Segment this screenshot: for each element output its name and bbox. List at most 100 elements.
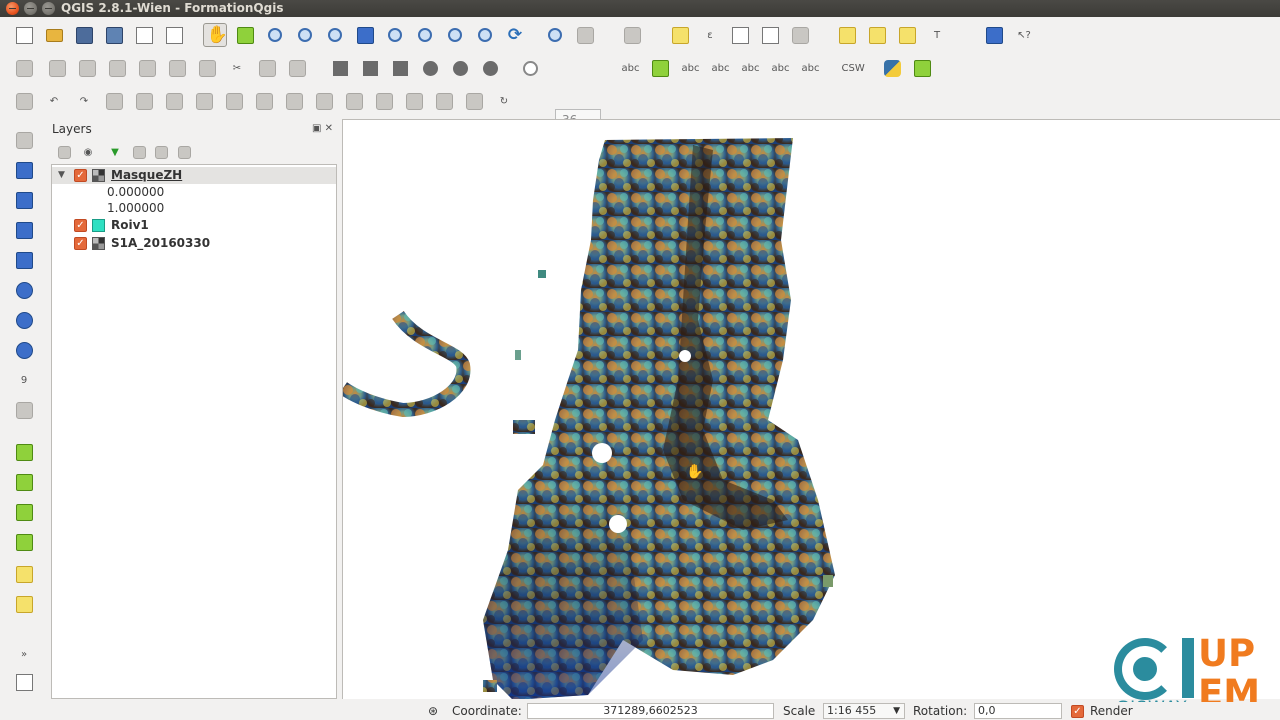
paste-features-button[interactable]: [285, 56, 309, 80]
histogram-button-3[interactable]: [12, 500, 36, 524]
plugin-button[interactable]: [910, 56, 934, 80]
cut-features-button[interactable]: ✂: [225, 56, 249, 80]
change-label-button[interactable]: abc: [798, 56, 822, 80]
merge-attributes-button[interactable]: [432, 89, 456, 113]
ellipse-tool-button[interactable]: [448, 56, 472, 80]
layer-item-roiv1[interactable]: ✓ Roiv1: [52, 217, 336, 234]
map-canvas[interactable]: ✋: [342, 119, 1280, 699]
zoom-native-button[interactable]: [323, 23, 347, 47]
filter-legend-button[interactable]: ▼: [103, 140, 127, 164]
whats-this-button[interactable]: ↖?: [1012, 23, 1036, 47]
save-project-button[interactable]: [72, 23, 96, 47]
split-features-button[interactable]: [342, 89, 366, 113]
rectangle-tool-button[interactable]: [328, 56, 352, 80]
zoom-out-button[interactable]: [293, 23, 317, 47]
histogram-button-2[interactable]: [12, 470, 36, 494]
add-wfs-layer-button[interactable]: [12, 338, 36, 362]
merge-features-button[interactable]: [402, 89, 426, 113]
text-annotation-button[interactable]: T: [925, 23, 949, 47]
window-minimize-button[interactable]: [24, 2, 37, 15]
layer-visibility-checkbox[interactable]: ✓: [74, 169, 87, 182]
add-mssql-layer-button[interactable]: [12, 248, 36, 272]
render-checkbox[interactable]: ✓: [1071, 705, 1084, 718]
reshape-button[interactable]: [282, 89, 306, 113]
layer-item-masquezh[interactable]: ▼ ✓ MasqueZH: [52, 167, 336, 184]
current-edits-button[interactable]: [45, 56, 69, 80]
show-hide-labels-button[interactable]: abc: [708, 56, 732, 80]
statistics-button[interactable]: [758, 23, 782, 47]
remove-layer-button[interactable]: [172, 140, 196, 164]
circle-center-button[interactable]: [418, 56, 442, 80]
add-postgis-layer-button[interactable]: [12, 188, 36, 212]
collapse-all-button[interactable]: [149, 140, 173, 164]
label-tool-button[interactable]: abc: [618, 56, 642, 80]
action-button[interactable]: [573, 23, 597, 47]
attribute-table-button[interactable]: [728, 23, 752, 47]
map-tips-button[interactable]: [835, 23, 859, 47]
scale-combobox[interactable]: 1:16 455 ▼: [823, 703, 905, 719]
increase-brightness-button[interactable]: [12, 562, 36, 586]
zoom-to-selection-button[interactable]: [383, 23, 407, 47]
panel-float-close-icons[interactable]: ▣ ✕: [312, 123, 333, 134]
show-bookmarks-button[interactable]: [895, 23, 919, 47]
redo-button[interactable]: ↷: [72, 89, 96, 113]
circle-tool-button[interactable]: [478, 56, 502, 80]
add-raster-layer-button[interactable]: [12, 158, 36, 182]
zoom-last-button[interactable]: [443, 23, 467, 47]
offset-curve-button[interactable]: [312, 89, 336, 113]
expand-all-button[interactable]: [127, 140, 151, 164]
toolbar-expand-button[interactable]: »: [12, 642, 36, 666]
rotation-spinbox[interactable]: 0,0: [974, 703, 1062, 719]
pin-labels-button[interactable]: abc: [678, 56, 702, 80]
layer-visibility-checkbox[interactable]: ✓: [74, 237, 87, 250]
new-project-button[interactable]: [12, 23, 36, 47]
deselect-button[interactable]: [668, 23, 692, 47]
node-tool-button[interactable]: [165, 56, 189, 80]
layer-visibility-checkbox[interactable]: ✓: [74, 219, 87, 232]
rotate-symbols-button[interactable]: [462, 89, 486, 113]
delete-selected-button[interactable]: [195, 56, 219, 80]
refresh-button[interactable]: ⟳: [503, 23, 527, 47]
save-as-button[interactable]: [102, 23, 126, 47]
add-part-button[interactable]: [162, 89, 186, 113]
help-contents-button[interactable]: [982, 23, 1006, 47]
pdf-export-button[interactable]: [12, 670, 36, 694]
histogram-button-4[interactable]: [12, 530, 36, 554]
rotate-feature-button[interactable]: ↻: [492, 89, 516, 113]
square-tool-button[interactable]: [388, 56, 412, 80]
rotate-label-button[interactable]: abc: [768, 56, 792, 80]
zoom-next-button[interactable]: [473, 23, 497, 47]
measure-button[interactable]: [788, 23, 812, 47]
layer-labeling-button[interactable]: [648, 56, 672, 80]
enable-tracing-button[interactable]: [12, 89, 36, 113]
toggle-editing-button[interactable]: [12, 56, 36, 80]
fill-ring-button[interactable]: [192, 89, 216, 113]
split-parts-button[interactable]: [372, 89, 396, 113]
window-close-button[interactable]: [6, 2, 19, 15]
pan-to-selection-button[interactable]: [233, 23, 257, 47]
select-features-button[interactable]: [620, 23, 644, 47]
new-bookmark-button[interactable]: [865, 23, 889, 47]
coordinate-field[interactable]: 371289,6602523: [527, 703, 774, 719]
copy-features-button[interactable]: [255, 56, 279, 80]
coordinate-toggle-icon[interactable]: ⊛: [428, 704, 438, 718]
pan-map-button[interactable]: ✋: [203, 23, 228, 47]
new-composer-button[interactable]: [132, 23, 156, 47]
add-delimited-text-button[interactable]: 9: [12, 368, 36, 392]
field-calculator-button[interactable]: ε: [698, 23, 722, 47]
rectangle-center-button[interactable]: [358, 56, 382, 80]
add-wms-layer-button[interactable]: [12, 278, 36, 302]
composer-manager-button[interactable]: [162, 23, 186, 47]
collapse-arrow-icon[interactable]: ▼: [58, 170, 65, 180]
zoom-full-button[interactable]: [353, 23, 377, 47]
layer-item-s1a[interactable]: ✓ S1A_20160330: [52, 235, 336, 252]
identify-button[interactable]: [543, 23, 567, 47]
add-spatialite-layer-button[interactable]: [12, 218, 36, 242]
move-feature-button[interactable]: [135, 56, 159, 80]
delete-part-button[interactable]: [252, 89, 276, 113]
zoom-in-button[interactable]: [263, 23, 287, 47]
python-console-button[interactable]: [880, 56, 904, 80]
open-project-button[interactable]: [42, 23, 66, 47]
add-group-button[interactable]: [52, 140, 76, 164]
add-ring-button[interactable]: [132, 89, 156, 113]
